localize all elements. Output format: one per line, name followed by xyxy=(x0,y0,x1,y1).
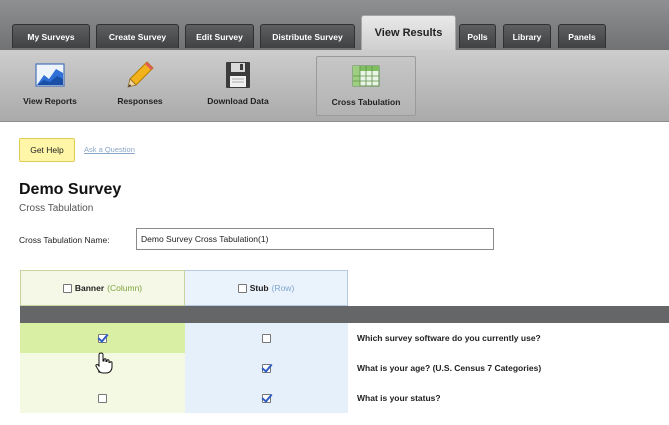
tab-edit-survey[interactable]: Edit Survey xyxy=(185,24,254,48)
tab-view-results[interactable]: View Results xyxy=(361,15,456,50)
responses-label: Responses xyxy=(117,96,163,106)
stub-checkbox[interactable] xyxy=(262,393,271,403)
spreadsheet-icon xyxy=(352,65,380,87)
tab-panels[interactable]: Panels xyxy=(558,24,606,48)
stub-hint: (Row) xyxy=(271,283,295,293)
table-row: Which survey software do you currently u… xyxy=(20,323,669,353)
pencil-icon xyxy=(127,61,154,88)
get-help-button[interactable]: Get Help xyxy=(19,138,75,162)
ask-question-link[interactable]: Ask a Question xyxy=(84,145,135,154)
question-text: What is your age? (U.S. Census 7 Categor… xyxy=(348,353,669,383)
tab-create-survey[interactable]: Create Survey xyxy=(96,24,179,48)
banner-cell xyxy=(20,383,185,413)
tab-distribute-survey[interactable]: Distribute Survey xyxy=(260,24,355,48)
tab-my-surveys[interactable]: My Surveys xyxy=(12,24,90,48)
page-title: Demo Survey xyxy=(19,181,122,198)
cross-tab-name-label: Cross Tabulation Name: xyxy=(19,235,110,245)
stub-select-all-checkbox[interactable] xyxy=(237,283,247,293)
cross-tabulation-label: Cross Tabulation xyxy=(331,97,401,107)
responses-button[interactable]: Responses xyxy=(107,56,173,116)
cross-tab-grid: Banner (Column) Stub (Row) Which survey … xyxy=(20,270,669,425)
download-data-button[interactable]: Download Data xyxy=(196,56,280,116)
banner-select-all-checkbox[interactable] xyxy=(62,283,72,293)
stub-cell xyxy=(185,383,348,413)
tab-polls[interactable]: Polls xyxy=(459,24,496,48)
table-row: What is your age? (U.S. Census 7 Categor… xyxy=(20,353,669,383)
chart-icon xyxy=(35,63,65,87)
hand-cursor-icon xyxy=(95,352,113,374)
main-tab-bar: My Surveys Create Survey Edit Survey Dis… xyxy=(0,0,669,50)
view-reports-label: View Reports xyxy=(23,96,77,106)
banner-column-header: Banner (Column) xyxy=(20,270,185,306)
question-text: What is your status? xyxy=(348,383,669,413)
stub-cell xyxy=(185,353,348,383)
download-data-label: Download Data xyxy=(207,96,269,106)
page-subtitle: Cross Tabulation xyxy=(19,203,94,214)
floppy-disk-icon xyxy=(226,62,250,88)
banner-cell xyxy=(20,323,185,353)
view-reports-button[interactable]: View Reports xyxy=(16,56,84,116)
stub-checkbox[interactable] xyxy=(262,333,271,343)
stub-checkbox[interactable] xyxy=(262,363,271,373)
banner-checkbox[interactable] xyxy=(98,393,107,403)
banner-label: Banner xyxy=(74,283,105,293)
banner-hint: (Column) xyxy=(107,283,143,293)
grid-header-bar xyxy=(20,306,669,323)
results-toolbar: View Reports Responses Download Data Cro… xyxy=(0,50,669,122)
banner-checkbox[interactable] xyxy=(98,333,107,343)
question-text: Which survey software do you currently u… xyxy=(348,323,669,353)
stub-cell xyxy=(185,323,348,353)
cross-tabulation-button[interactable]: Cross Tabulation xyxy=(316,56,416,116)
tab-library[interactable]: Library xyxy=(503,24,551,48)
stub-column-header: Stub (Row) xyxy=(185,270,348,306)
stub-label: Stub xyxy=(249,283,269,293)
cross-tab-name-input[interactable] xyxy=(136,228,494,250)
table-row: What is your status? xyxy=(20,383,669,413)
